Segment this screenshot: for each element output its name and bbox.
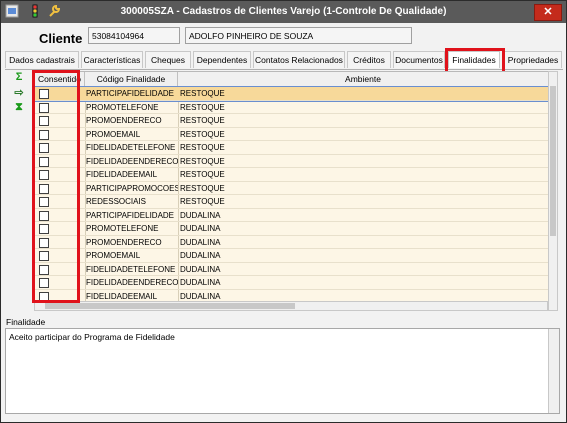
codigo-finalidade-cell[interactable]: FIDELIDADEEMAIL [86, 168, 178, 181]
codigo-finalidade-cell[interactable]: REDESSOCIAIS [86, 195, 178, 208]
description-scrollbar[interactable] [548, 329, 559, 413]
table-row[interactable]: FIDELIDADEENDERECO RESTOQUE [35, 155, 549, 168]
finalidades-grid: Consentido Código Finalidade Ambiente PA… [34, 71, 550, 303]
filter-icon[interactable]: ⧗ [9, 101, 29, 116]
ambiente-cell[interactable]: RESTOQUE [180, 168, 540, 181]
ambiente-cell[interactable]: DUDALINA [180, 209, 540, 222]
ambiente-cell[interactable]: DUDALINA [180, 263, 540, 276]
column-header-ambiente[interactable]: Ambiente [178, 72, 549, 86]
table-row[interactable]: PROMOENDERECO RESTOQUE [35, 114, 549, 128]
table-row[interactable]: FIDELIDADETELEFONE RESTOQUE [35, 141, 549, 155]
consentido-highlight-box [32, 70, 80, 303]
codigo-finalidade-cell[interactable]: FIDELIDADEENDERECO [86, 155, 178, 168]
grid-horizontal-scrollbar[interactable] [34, 301, 548, 311]
tab-cheques[interactable]: Cheques [145, 51, 191, 68]
main-window: 300005SZA - Cadastros de Clientes Varejo… [0, 0, 567, 423]
cliente-codigo-field[interactable]: 53084104964 [88, 27, 180, 44]
ambiente-cell[interactable]: RESTOQUE [180, 155, 540, 168]
column-header-codigo-finalidade[interactable]: Código Finalidade [85, 72, 178, 86]
tab-caracteristicas[interactable]: Características [81, 51, 143, 68]
codigo-finalidade-cell[interactable]: PARTICIPAPROMOCOES [86, 182, 178, 195]
tab-contatos-relacionados[interactable]: Contatos Relacionados [253, 51, 345, 68]
finalidade-description-box[interactable]: Aceito participar do Programa de Fidelid… [5, 328, 560, 414]
table-row[interactable]: REDESSOCIAIS RESTOQUE [35, 195, 549, 209]
table-row[interactable]: PARTICIPAPROMOCOES RESTOQUE [35, 182, 549, 195]
grid-header: Consentido Código Finalidade Ambiente [35, 72, 549, 87]
codigo-finalidade-cell[interactable]: PARTICIPAFIDELIDADE [86, 209, 178, 222]
tab-dependentes[interactable]: Dependentes [193, 51, 251, 68]
ambiente-cell[interactable]: DUDALINA [180, 249, 540, 262]
ambiente-cell[interactable]: RESTOQUE [180, 87, 540, 100]
ambiente-cell[interactable]: RESTOQUE [180, 128, 540, 141]
table-row[interactable]: FIDELIDADEEMAIL RESTOQUE [35, 168, 549, 182]
tab-creditos[interactable]: Créditos [347, 51, 391, 68]
export-icon[interactable]: ⇨ [9, 86, 29, 101]
codigo-finalidade-cell[interactable]: PROMOTELEFONE [86, 222, 178, 235]
table-row[interactable]: PARTICIPAFIDELIDADE DUDALINA [35, 209, 549, 222]
tab-documentos[interactable]: Documentos [393, 51, 445, 68]
ambiente-cell[interactable]: RESTOQUE [180, 195, 540, 208]
ambiente-cell[interactable]: RESTOQUE [180, 141, 540, 154]
table-row[interactable]: FIDELIDADEENDERECO DUDALINA [35, 276, 549, 290]
grid-vertical-scrollbar[interactable] [548, 71, 558, 311]
title-bar[interactable]: 300005SZA - Cadastros de Clientes Varejo… [1, 1, 566, 23]
ambiente-cell[interactable]: DUDALINA [180, 276, 540, 289]
table-row[interactable]: PROMOTELEFONE DUDALINA [35, 222, 549, 236]
table-row[interactable]: PARTICIPAFIDELIDADE RESTOQUE [35, 86, 549, 102]
close-button[interactable]: ✕ [534, 4, 562, 21]
cliente-nome-field[interactable]: ADOLFO PINHEIRO DE SOUZA [185, 27, 412, 44]
table-row[interactable]: PROMOEMAIL DUDALINA [35, 249, 549, 263]
cliente-label: Cliente [39, 31, 83, 46]
tab-propriedades[interactable]: Propriedades [504, 51, 562, 68]
ambiente-cell[interactable]: RESTOQUE [180, 114, 540, 127]
table-row[interactable]: PROMOENDERECO DUDALINA [35, 236, 549, 249]
table-row[interactable]: PROMOEMAIL RESTOQUE [35, 128, 549, 141]
codigo-finalidade-cell[interactable]: PROMOEMAIL [86, 249, 178, 262]
codigo-finalidade-cell[interactable]: PROMOTELEFONE [86, 101, 178, 114]
ambiente-cell[interactable]: RESTOQUE [180, 101, 540, 114]
codigo-finalidade-cell[interactable]: PARTICIPAFIDELIDADE [86, 87, 178, 100]
table-row[interactable]: PROMOTELEFONE RESTOQUE [35, 101, 549, 114]
ambiente-cell[interactable]: DUDALINA [180, 222, 540, 235]
ambiente-cell[interactable]: DUDALINA [180, 236, 540, 249]
window-title: 300005SZA - Cadastros de Clientes Varejo… [120, 6, 447, 17]
ambiente-cell[interactable]: RESTOQUE [180, 182, 540, 195]
codigo-finalidade-cell[interactable]: FIDELIDADEENDERECO [86, 276, 178, 289]
side-toolbar: Σ ⇨ ⧗ [9, 71, 29, 116]
finalidade-description-text: Aceito participar do Programa de Fidelid… [9, 332, 175, 342]
codigo-finalidade-cell[interactable]: FIDELIDADETELEFONE [86, 141, 178, 154]
table-row[interactable]: FIDELIDADETELEFONE DUDALINA [35, 263, 549, 276]
finalidade-label: Finalidade [6, 317, 46, 327]
tab-dados-cadastrais[interactable]: Dados cadastrais [5, 51, 79, 68]
codigo-finalidade-cell[interactable]: PROMOENDERECO [86, 114, 178, 127]
scrollbar-thumb[interactable] [550, 86, 556, 236]
sum-icon[interactable]: Σ [9, 71, 29, 86]
codigo-finalidade-cell[interactable]: FIDELIDADETELEFONE [86, 263, 178, 276]
codigo-finalidade-cell[interactable]: PROMOENDERECO [86, 236, 178, 249]
codigo-finalidade-cell[interactable]: PROMOEMAIL [86, 128, 178, 141]
scrollbar-thumb[interactable] [45, 303, 295, 309]
